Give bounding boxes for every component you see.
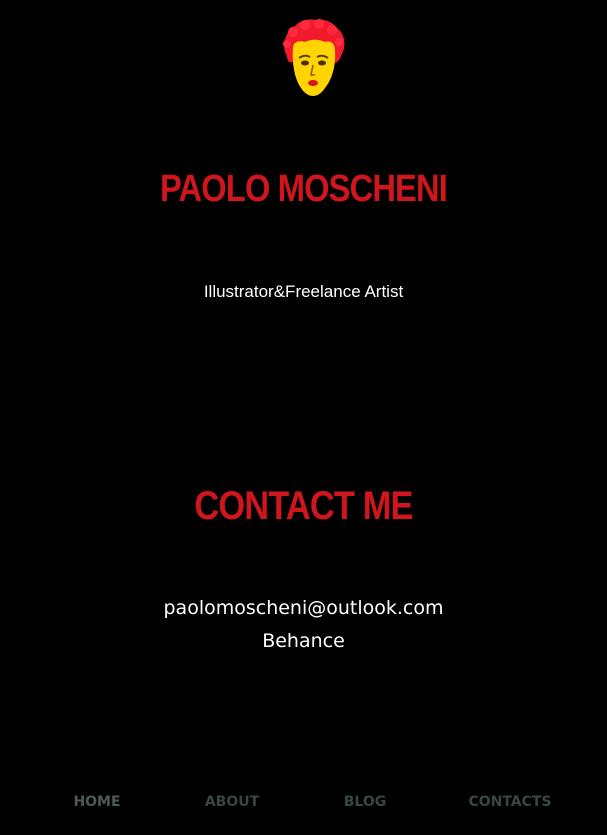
artist-subtitle: Illustrator&Freelance Artist [203,282,404,301]
nav-item-contacts[interactable]: CONTACTS [450,791,570,813]
nav-item-home[interactable]: HOME [37,791,157,813]
bottom-navigation: HOME ABOUT BLOG CONTACTS [0,791,607,815]
artist-name: PAOLO MOSCHENI [160,168,448,210]
contact-heading: CONTACT ME [194,484,413,528]
email-link[interactable]: paolomoscheni@outlook.com [0,596,607,620]
avatar-face-icon [279,18,347,98]
nav-item-blog[interactable]: BLOG [305,791,425,813]
behance-link[interactable]: Behance [0,629,607,653]
nav-item-about[interactable]: ABOUT [172,791,292,813]
